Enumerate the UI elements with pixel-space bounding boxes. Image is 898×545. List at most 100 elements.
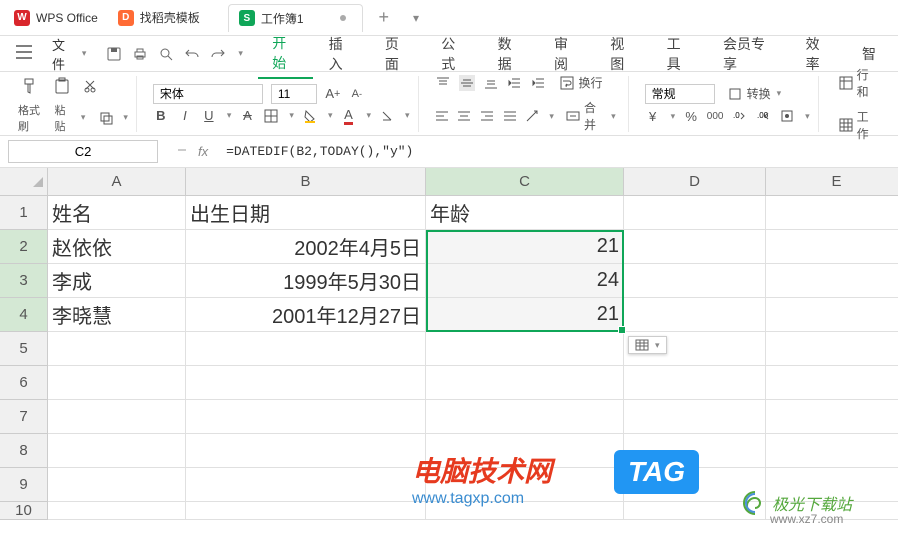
quick-access-dropdown[interactable]: ▾ [238, 48, 243, 59]
col-header-D[interactable]: D [624, 168, 766, 196]
col-header-B[interactable]: B [186, 168, 426, 196]
cell-B4[interactable]: 2001年12月27日 [186, 298, 426, 332]
cell-C4[interactable]: 21 [426, 298, 624, 332]
row-header-4[interactable]: 4 [0, 298, 48, 332]
cut-icon[interactable] [82, 78, 98, 94]
row-header-7[interactable]: 7 [0, 400, 48, 434]
formula-input[interactable]: =DATEDIF(B2,TODAY(),"y") [218, 140, 898, 163]
decrease-decimal-icon[interactable]: .00 [755, 108, 771, 124]
align-right-icon[interactable] [480, 108, 495, 124]
cell-C7[interactable] [426, 400, 624, 434]
redo-icon[interactable] [210, 46, 226, 62]
border-icon[interactable] [263, 108, 279, 124]
paste-button[interactable] [50, 74, 74, 98]
comma-icon[interactable]: 000 [707, 108, 723, 124]
cell-C6[interactable] [426, 366, 624, 400]
align-middle-icon[interactable] [459, 75, 475, 91]
paste-label[interactable]: 粘贴 [54, 102, 70, 134]
tab-view[interactable]: 视图 [596, 30, 650, 78]
tab-insert[interactable]: 插入 [315, 30, 369, 78]
increase-indent-icon[interactable] [531, 75, 547, 91]
rows-cols-button[interactable]: 行和 [835, 64, 880, 102]
cell-A1[interactable]: 姓名 [48, 196, 186, 230]
tab-page[interactable]: 页面 [371, 30, 425, 78]
cell-E3[interactable] [766, 264, 898, 298]
fx-icon[interactable]: fx [198, 144, 208, 159]
cell-A5[interactable] [48, 332, 186, 366]
cell-A7[interactable] [48, 400, 186, 434]
cell-A6[interactable] [48, 366, 186, 400]
cell-A3[interactable]: 李成 [48, 264, 186, 298]
justify-icon[interactable] [502, 108, 517, 124]
cell-B7[interactable] [186, 400, 426, 434]
increase-decimal-icon[interactable]: .0 [731, 108, 747, 124]
wrap-text-button[interactable]: 换行 [555, 72, 607, 93]
clear-format-icon[interactable] [379, 108, 395, 124]
align-left-icon[interactable] [435, 108, 450, 124]
worksheet-button[interactable]: 工作 [835, 106, 880, 144]
workbook-tab[interactable]: S 工作簿1 [228, 4, 363, 32]
cell-B5[interactable] [186, 332, 426, 366]
percent-icon[interactable]: % [683, 108, 699, 124]
cell-D1[interactable] [624, 196, 766, 230]
cell-D6[interactable] [624, 366, 766, 400]
tab-data[interactable]: 数据 [484, 30, 538, 78]
col-header-A[interactable]: A [48, 168, 186, 196]
format-painter-button[interactable] [18, 74, 42, 98]
cell-C1[interactable]: 年龄 [426, 196, 624, 230]
cell-D4[interactable] [624, 298, 766, 332]
bold-icon[interactable]: B [153, 108, 169, 124]
decrease-font-icon[interactable]: A- [349, 86, 365, 102]
convert-button[interactable]: 转换▾ [723, 83, 786, 104]
tab-member[interactable]: 会员专享 [709, 30, 790, 78]
cell-D3[interactable] [624, 264, 766, 298]
cell-E7[interactable] [766, 400, 898, 434]
number-format-select[interactable] [645, 84, 715, 104]
row-header-3[interactable]: 3 [0, 264, 48, 298]
cell-D7[interactable] [624, 400, 766, 434]
strikethrough-icon[interactable]: A [239, 108, 255, 124]
decrease-indent-icon[interactable] [507, 75, 523, 91]
row-header-5[interactable]: 5 [0, 332, 48, 366]
cell-B8[interactable] [186, 434, 426, 468]
fill-color-icon[interactable] [302, 108, 318, 124]
cell-E8[interactable] [766, 434, 898, 468]
cell-A4[interactable]: 李晓慧 [48, 298, 186, 332]
cell-B1[interactable]: 出生日期 [186, 196, 426, 230]
underline-icon[interactable]: U [201, 108, 217, 124]
font-size-select[interactable] [271, 84, 317, 104]
template-tab[interactable]: D 找稻壳模板 [108, 4, 210, 32]
row-header-10[interactable]: 10 [0, 502, 48, 520]
align-top-icon[interactable] [435, 75, 451, 91]
cancel-formula-icon[interactable] [176, 144, 188, 159]
row-header-2[interactable]: 2 [0, 230, 48, 264]
cell-A8[interactable] [48, 434, 186, 468]
cell-E6[interactable] [766, 366, 898, 400]
cell-E2[interactable] [766, 230, 898, 264]
cell-B3[interactable]: 1999年5月30日 [186, 264, 426, 298]
font-name-select[interactable] [153, 84, 263, 104]
file-menu-button[interactable]: 文件 ▾ [42, 31, 96, 77]
cell-B9[interactable] [186, 468, 426, 502]
cell-E4[interactable] [766, 298, 898, 332]
cell-A2[interactable]: 赵依依 [48, 230, 186, 264]
tab-formula[interactable]: 公式 [427, 30, 481, 78]
cell-A10[interactable] [48, 502, 186, 520]
row-header-1[interactable]: 1 [0, 196, 48, 230]
copy-icon[interactable] [99, 110, 113, 126]
autofill-options-button[interactable]: ▾ [628, 336, 667, 354]
merge-button[interactable]: 合并▾ [562, 97, 620, 135]
row-header-6[interactable]: 6 [0, 366, 48, 400]
new-tab-button[interactable]: + [371, 7, 398, 28]
save-icon[interactable] [106, 46, 122, 62]
cell-E5[interactable] [766, 332, 898, 366]
row-header-8[interactable]: 8 [0, 434, 48, 468]
tab-review[interactable]: 审阅 [540, 30, 594, 78]
cell-C2[interactable]: 21 [426, 230, 624, 264]
orientation-icon[interactable] [525, 108, 540, 124]
cell-D2[interactable] [624, 230, 766, 264]
cell-C3[interactable]: 24 [426, 264, 624, 298]
currency-icon[interactable]: ¥ [645, 108, 661, 124]
print-icon[interactable] [132, 46, 148, 62]
cell-B10[interactable] [186, 502, 426, 520]
